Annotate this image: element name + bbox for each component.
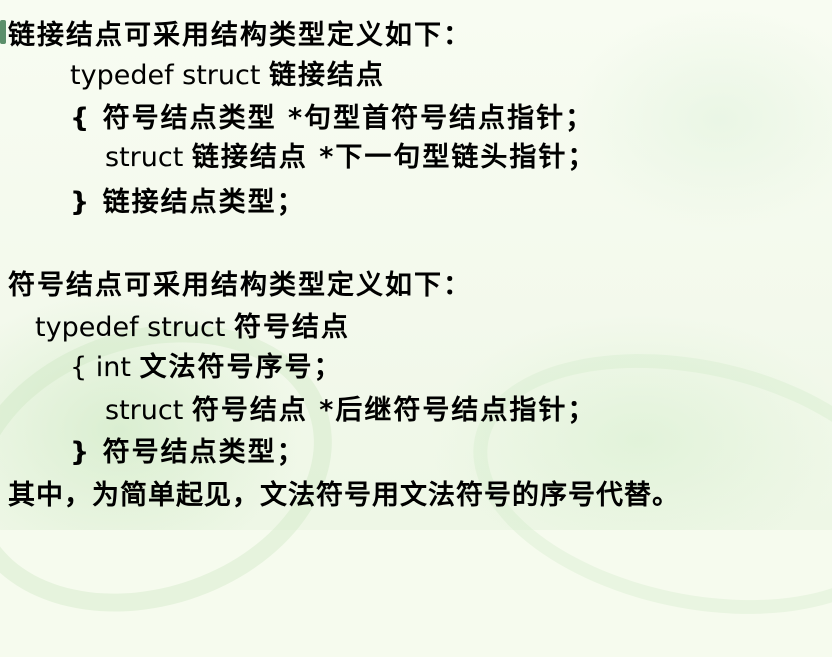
code-identifier: 链接结点 *下一句型链头指针；	[191, 142, 597, 173]
code-identifier: 符号结点 *后继符号结点指针；	[191, 395, 597, 426]
code-keyword: typedef struct	[70, 60, 261, 91]
line-note: 其中，为简单起见，文法符号用文法符号的序号代替。	[8, 480, 680, 511]
bullet-marker	[0, 20, 6, 44]
line-heading-link-node: 链接结点可采用结构类型定义如下：	[8, 20, 472, 51]
code-identifier: 文法符号序号；	[139, 352, 343, 383]
line-typedef-symbol-node: typedef struct 符号结点	[35, 310, 350, 346]
code-keyword: struct	[105, 142, 184, 173]
line-typedef-link-node: typedef struct 链接结点	[70, 58, 385, 94]
code-identifier: 符号结点	[234, 312, 351, 343]
line-symbol-node-close: } 符号结点类型；	[70, 437, 306, 468]
line-symbol-node-field-2: struct 符号结点 *后继符号结点指针；	[105, 393, 596, 429]
line-link-node-field-1: { 符号结点类型 *句型首符号结点指针；	[70, 103, 595, 134]
code-keyword: struct	[105, 395, 184, 426]
line-symbol-node-field-1: { int 文法符号序号；	[70, 350, 343, 386]
line-link-node-close: } 链接结点类型；	[70, 187, 306, 218]
line-heading-symbol-node: 符号结点可采用结构类型定义如下：	[8, 270, 472, 301]
code-identifier: 链接结点	[269, 60, 386, 91]
code-keyword: typedef struct	[35, 312, 226, 343]
line-link-node-field-2: struct 链接结点 *下一句型链头指针；	[105, 140, 596, 176]
code-keyword: { int	[70, 352, 131, 383]
